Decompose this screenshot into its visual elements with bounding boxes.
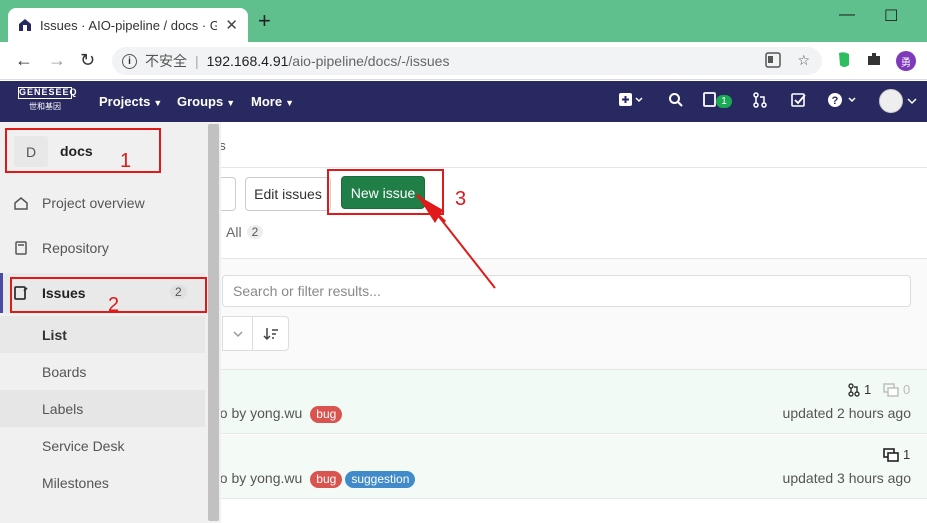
issue-row[interactable]	[212, 370, 927, 434]
merge-request-icon	[848, 382, 860, 397]
sidebar-sub-service-desk[interactable]: Service Desk	[0, 427, 205, 464]
extensions-puzzle-icon[interactable]	[866, 51, 882, 72]
maximize-button[interactable]: ☐	[884, 6, 898, 26]
chevron-down-icon: ▼	[226, 98, 236, 108]
nav-projects-label: Projects	[99, 94, 151, 109]
issues-icon[interactable]	[703, 92, 717, 112]
sidebar-item-project-overview[interactable]: Project overview	[0, 183, 205, 223]
evernote-extension-icon[interactable]	[836, 51, 852, 74]
user-avatar[interactable]	[879, 89, 903, 113]
forward-button[interactable]: →	[48, 50, 66, 70]
chevron-down-icon: ▼	[153, 98, 163, 108]
url-host: 192.168.4.91	[206, 53, 289, 69]
comment-count: 0	[883, 382, 910, 397]
tab-title: Issues · AIO-pipeline / docs · G	[40, 17, 218, 33]
sidebar-sub-labels[interactable]: Labels	[0, 390, 205, 427]
home-icon	[0, 196, 42, 210]
issue-updated: updated 2 hours ago	[782, 405, 911, 421]
todo-count-badge: 1	[716, 95, 732, 108]
svg-text:?: ?	[832, 95, 839, 107]
nav-more-label: More	[251, 94, 283, 109]
bookmark-star-icon[interactable]: ☆	[797, 52, 810, 71]
sidebar-item-label: Repository	[42, 240, 109, 256]
back-button[interactable]: ←	[15, 50, 33, 70]
chevron-down-icon: ▼	[285, 98, 294, 108]
url-path: /aio-pipeline/docs/-/issues	[288, 53, 450, 69]
todos-checkbox-icon[interactable]	[791, 92, 807, 112]
repository-icon	[0, 241, 42, 255]
sidebar-scrollbar-thumb[interactable]	[208, 124, 219, 521]
issue-updated: updated 3 hours ago	[782, 470, 911, 486]
sidebar-sub-boards[interactable]: Boards	[0, 353, 205, 390]
issue-label[interactable]: bug	[310, 406, 343, 423]
nav-more[interactable]: More ▼	[251, 94, 294, 109]
issue-row[interactable]	[212, 435, 927, 499]
browser-tab[interactable]: Issues · AIO-pipeline / docs · G ✕	[8, 8, 248, 42]
reload-button[interactable]: ↻	[80, 50, 95, 70]
comments-icon	[883, 382, 899, 397]
chrome-profile-avatar[interactable]: 勇	[896, 51, 916, 71]
minimize-button[interactable]: —	[839, 6, 855, 24]
new-plus-icon[interactable]	[618, 92, 644, 112]
issue-author[interactable]: yong.wu	[250, 470, 302, 486]
annotation-number-2: 2	[108, 294, 120, 316]
new-tab-button[interactable]: +	[258, 10, 271, 32]
gitlab-favicon-icon	[19, 19, 31, 31]
chevron-down-icon[interactable]	[906, 94, 918, 111]
comment-count: 1	[883, 447, 910, 462]
comments-icon	[883, 447, 899, 462]
comment-count-value: 1	[903, 447, 911, 462]
sidebar-sub-list[interactable]: List	[0, 316, 205, 353]
logo-subtext: 世和基因	[29, 102, 61, 111]
issue-label[interactable]: bug	[310, 471, 343, 488]
tab-all[interactable]: All 2	[226, 224, 264, 240]
sort-dropdown[interactable]	[222, 316, 252, 351]
sidebar-item-repository[interactable]: Repository	[0, 228, 205, 268]
tab-all-label: All	[226, 224, 242, 240]
tab-all-count: 2	[246, 225, 264, 239]
info-icon[interactable]: i	[122, 53, 137, 69]
issue-meta: go by yong.wu bug	[212, 405, 343, 423]
gitlab-logo[interactable]: GENESEEQ 世和基因	[18, 87, 78, 117]
nav-groups-label: Groups	[177, 94, 224, 109]
sidebar-item-label: Project overview	[42, 195, 145, 211]
issue-author[interactable]: yong.wu	[250, 405, 302, 421]
comment-count-value: 0	[903, 382, 911, 397]
edit-issues-button[interactable]: Edit issues	[245, 177, 331, 211]
sort-direction-button[interactable]	[252, 316, 289, 351]
address-separator: |	[195, 53, 199, 69]
annotation-box-1	[5, 128, 161, 173]
sidebar-sub-milestones[interactable]: Milestones	[0, 464, 205, 501]
search-icon[interactable]	[668, 92, 684, 112]
nav-projects[interactable]: Projects ▼	[99, 94, 162, 109]
mr-count: 1	[848, 382, 871, 397]
address-bar[interactable]: i 不安全 | 192.168.4.91 /aio-pipeline/docs/…	[112, 47, 822, 75]
insecure-label: 不安全	[145, 53, 187, 69]
annotation-arrow	[415, 193, 496, 289]
search-input[interactable]: Search or filter results...	[222, 275, 911, 307]
translate-icon[interactable]	[765, 51, 782, 71]
annotation-number-1: 1	[120, 150, 132, 172]
issue-meta: go by yong.wu bug suggestion	[212, 470, 416, 488]
mr-count-value: 1	[864, 382, 872, 397]
sort-lowest-icon	[262, 327, 278, 340]
issue-label[interactable]: suggestion	[345, 471, 416, 488]
logo-wordmark: GENESEEQ	[18, 87, 78, 99]
chevron-down-icon	[232, 330, 243, 337]
tab-close-icon[interactable]: ✕	[225, 16, 238, 34]
breadcrumb-divider	[212, 167, 927, 168]
help-icon[interactable]: ?	[827, 92, 859, 112]
nav-groups[interactable]: Groups ▼	[177, 94, 235, 109]
merge-requests-icon[interactable]	[752, 92, 768, 112]
